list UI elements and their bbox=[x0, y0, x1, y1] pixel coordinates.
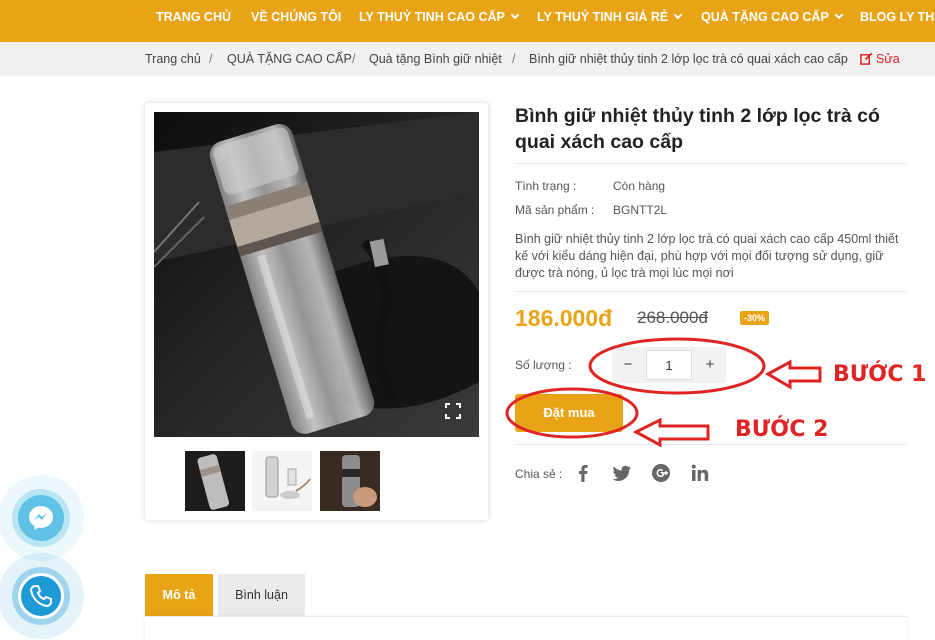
product-price: 186.000đ bbox=[515, 305, 613, 331]
thumbnail-photo bbox=[252, 451, 312, 511]
step2-label: BƯỚC 2 bbox=[735, 417, 829, 442]
nav-label: BLOG LY THU bbox=[860, 10, 935, 24]
phone-icon bbox=[29, 585, 52, 608]
divider bbox=[515, 444, 907, 445]
sku-value: BGNTT2L bbox=[613, 203, 668, 217]
fullscreen-icon[interactable] bbox=[445, 403, 461, 419]
product-thumbnail[interactable] bbox=[320, 451, 380, 511]
quantity-stepper: − + bbox=[612, 347, 726, 383]
status-value: Còn hàng bbox=[613, 179, 666, 193]
tab-description[interactable]: Mô tả bbox=[145, 574, 213, 616]
nav-label: TRANG CHỦ bbox=[156, 10, 231, 24]
breadcrumb: Trang chủ / QUÀ TẶNG CAO CẤP / Quà tặng … bbox=[0, 42, 935, 76]
nav-item-cheap-glass[interactable]: LY THUỶ TINH GIÁ RẺ bbox=[537, 0, 683, 42]
nav-item-blog[interactable]: BLOG LY THU bbox=[860, 0, 935, 42]
product-gallery bbox=[145, 103, 488, 520]
nav-item-home[interactable]: TRANG CHỦ bbox=[156, 0, 231, 42]
divider bbox=[515, 163, 907, 164]
breadcrumb-separator: / bbox=[352, 52, 356, 66]
nav-label: LY THUỶ TINH GIÁ RẺ bbox=[537, 10, 669, 24]
buy-button[interactable]: Đặt mua bbox=[515, 394, 623, 432]
nav-item-premium-gift[interactable]: QUÀ TẶNG CAO CẤP bbox=[701, 0, 844, 42]
breadcrumb-current: Bình giữ nhiệt thủy tinh 2 lớp lọc trà c… bbox=[529, 52, 848, 66]
chevron-down-icon bbox=[510, 10, 520, 20]
old-price: 268.000đ bbox=[637, 308, 708, 327]
nav-label: VỀ CHÚNG TÔI bbox=[251, 10, 342, 24]
product-thumbnail[interactable] bbox=[185, 451, 245, 511]
product-thumbnail[interactable] bbox=[252, 451, 312, 511]
quantity-plus-button[interactable]: + bbox=[694, 347, 726, 383]
chevron-down-icon bbox=[674, 10, 683, 20]
breadcrumb-separator: / bbox=[512, 52, 516, 66]
breadcrumb-home[interactable]: Trang chủ bbox=[145, 52, 201, 66]
edit-icon bbox=[860, 52, 873, 65]
linkedin-icon[interactable] bbox=[690, 463, 710, 483]
nav-label: QUÀ TẶNG CAO CẤP bbox=[701, 10, 829, 24]
breadcrumb-category[interactable]: QUÀ TẶNG CAO CẤP bbox=[227, 52, 352, 66]
product-title: Bình giữ nhiệt thủy tinh 2 lớp lọc trà c… bbox=[515, 105, 880, 153]
discount-badge: -30% bbox=[740, 311, 770, 325]
product-photo bbox=[154, 112, 479, 437]
messenger-icon bbox=[29, 506, 53, 530]
quantity-input[interactable] bbox=[646, 350, 692, 380]
tab-panel bbox=[145, 616, 907, 640]
tab-comments[interactable]: Bình luận bbox=[218, 574, 305, 616]
facebook-icon[interactable] bbox=[573, 463, 593, 483]
phone-button[interactable] bbox=[18, 573, 64, 619]
edit-link[interactable]: Sửa bbox=[860, 52, 900, 66]
thumbnail-photo bbox=[185, 451, 245, 511]
product-main-image[interactable] bbox=[154, 112, 479, 437]
divider bbox=[515, 291, 907, 292]
share-label: Chia sẻ : bbox=[515, 467, 563, 481]
messenger-button[interactable] bbox=[18, 495, 64, 541]
edit-label: Sửa bbox=[876, 52, 900, 66]
breadcrumb-subcategory[interactable]: Quà tặng Bình giữ nhiệt bbox=[369, 52, 502, 66]
google-plus-icon[interactable] bbox=[651, 463, 671, 483]
nav-item-about[interactable]: VỀ CHÚNG TÔI bbox=[251, 0, 341, 42]
nav-label: LY THUỶ TINH CAO CẤP bbox=[359, 10, 505, 24]
product-description: Bình giữ nhiệt thủy tinh 2 lớp lọc trà c… bbox=[515, 232, 899, 280]
breadcrumb-separator: / bbox=[209, 52, 213, 66]
step1-label: BƯỚC 1 bbox=[833, 362, 927, 387]
thumbnail-photo bbox=[320, 451, 380, 511]
chevron-down-icon bbox=[834, 10, 844, 20]
status-label: Tình trạng : bbox=[515, 179, 577, 193]
quantity-label: Số lượng : bbox=[515, 358, 572, 372]
quantity-minus-button[interactable]: − bbox=[612, 347, 644, 383]
main-nav: TRANG CHỦ VỀ CHÚNG TÔI LY THUỶ TINH CAO … bbox=[0, 0, 935, 42]
twitter-icon[interactable] bbox=[612, 463, 632, 483]
nav-item-premium-glass[interactable]: LY THUỶ TINH CAO CẤP bbox=[359, 0, 520, 42]
sku-label: Mã sản phẩm : bbox=[515, 203, 595, 217]
